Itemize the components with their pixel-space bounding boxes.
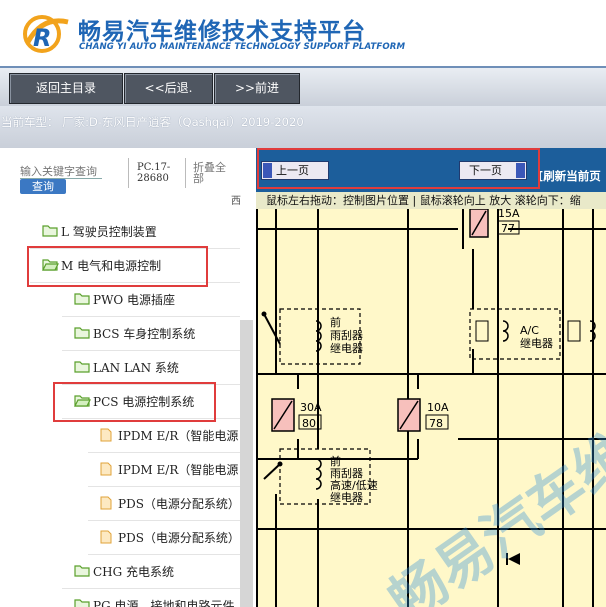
brand-subtitle: CHANG YI AUTO MAINTENANCE TECHNOLOGY SUP… (79, 42, 406, 52)
tree-item[interactable]: PDS（电源分配系统） (88, 487, 240, 521)
tree-item-label: IPDM E/R（智能电源 (118, 429, 239, 443)
tree-item-label: BCS 车身控制系统 (93, 327, 196, 341)
brand-title: 畅易汽车维修技术支持平台 (78, 19, 366, 45)
relay2-line3: 高速/低速 (330, 478, 378, 492)
folder-icon (74, 326, 91, 342)
scrollbar[interactable] (240, 320, 253, 607)
relay2-line4: 继电器 (330, 491, 363, 504)
search-input[interactable] (20, 164, 102, 179)
tree-item[interactable]: BCS 车身控制系统 (62, 317, 240, 351)
fuse-top-number: 77 (501, 222, 515, 235)
tree-item[interactable]: IPDM E/R（智能电源 (88, 453, 240, 487)
ac-relay-line1: A/C (520, 324, 539, 337)
fuse-left-number: 80 (302, 417, 316, 430)
folder-icon (42, 224, 59, 240)
pc-code: PC.17-28680 (137, 162, 171, 184)
ac-relay-line2: 继电器 (520, 337, 553, 350)
home-button[interactable]: 返回主目录 (9, 73, 123, 104)
tree-item[interactable]: PWO 电源插座 (62, 283, 240, 317)
diagram-panel: 上一页 下一页 [刷新当前页 鼠标左右拖动：控制图片位置 | 鼠标滚轮向上 放大… (256, 148, 606, 607)
document-icon (100, 496, 112, 513)
tree-item-label: PDS（电源分配系统） (118, 497, 240, 511)
divider (185, 158, 186, 188)
vehicle-bar: 当前车型： 厂家:D-东风日产逍客（Qashqai）2019-2020 (0, 106, 606, 148)
tree-item-label: PDS（电源分配系统） (118, 531, 240, 545)
divider (128, 158, 129, 188)
tree-item-label: PWO 电源插座 (93, 293, 176, 307)
logo-icon: R (23, 15, 69, 53)
relay1-line1: 前 (330, 315, 341, 329)
document-icon (100, 428, 112, 445)
relay1-line3: 继电器 (330, 342, 363, 355)
tree-item-label: L 驾驶员控制装置 (61, 225, 157, 239)
fuse-mid-label: 10A (427, 401, 449, 414)
sidebar: 查询 PC.17-28680 折叠全部 西 L 驾驶员控制装置M 电气和电源控制… (0, 148, 256, 607)
tree-item[interactable]: CHG 充电系统 (62, 555, 240, 589)
fuse-left-label: 30A (300, 401, 322, 414)
document-icon (100, 462, 112, 479)
fuse-top-label: 15A (498, 209, 520, 220)
folder-icon (74, 598, 91, 607)
relay1-line2: 雨刮器 (330, 328, 363, 342)
relay2-line1: 前 (330, 454, 341, 468)
partial-glyph: 西 (231, 196, 241, 207)
tree-item-label: PG 电源、接地和电路元件 (93, 599, 235, 607)
highlight-box (27, 246, 208, 287)
fuse-mid-number: 78 (429, 417, 443, 430)
tree-item[interactable]: L 驾驶员控制装置 (30, 215, 240, 249)
tree-item[interactable]: LAN LAN 系统 (62, 351, 240, 385)
tree-item-label: IPDM E/R（智能电源 (118, 463, 239, 477)
search-button[interactable]: 查询 (20, 179, 66, 194)
tree-item[interactable]: IPDM E/R（智能电源 (88, 419, 240, 453)
tree-item[interactable]: PG 电源、接地和电路元件 (62, 589, 240, 607)
document-icon (100, 530, 112, 547)
app-header: R 畅易汽车维修技术支持平台 CHANG YI AUTO MAINTENANCE… (0, 0, 606, 66)
tree-item-label: LAN LAN 系统 (93, 361, 179, 375)
current-vehicle: 当前车型： 厂家:D-东风日产逍客（Qashqai）2019-2020 (1, 115, 304, 129)
highlight-box (257, 148, 540, 189)
wiring-diagram-svg: 15A 77 前 雨刮器 继电器 A/C 继电器 30A 80 10A 78 前… (258, 207, 606, 607)
folder-icon (74, 360, 91, 376)
forward-button[interactable]: >>前进 (214, 73, 300, 104)
refresh-page-link[interactable]: [刷新当前页 (538, 168, 601, 184)
tree-item-label: CHG 充电系统 (93, 565, 175, 579)
toolbar: 返回主目录 <<后退. >>前进 (0, 66, 606, 108)
folder-icon (74, 292, 91, 308)
svg-text:R: R (33, 24, 51, 52)
back-button[interactable]: <<后退. (124, 73, 213, 104)
relay2-line2: 雨刮器 (330, 466, 363, 480)
folder-icon (74, 564, 91, 580)
highlight-box (53, 382, 216, 422)
wiring-diagram[interactable]: 15A 77 前 雨刮器 继电器 A/C 继电器 30A 80 10A 78 前… (256, 148, 606, 607)
tree-item[interactable]: PDS（电源分配系统） (88, 521, 240, 555)
usage-hint: 鼠标左右拖动：控制图片位置 | 鼠标滚轮向上 放大 滚轮向下：缩 (256, 192, 606, 209)
collapse-all-link[interactable]: 折叠全部 (193, 162, 233, 184)
